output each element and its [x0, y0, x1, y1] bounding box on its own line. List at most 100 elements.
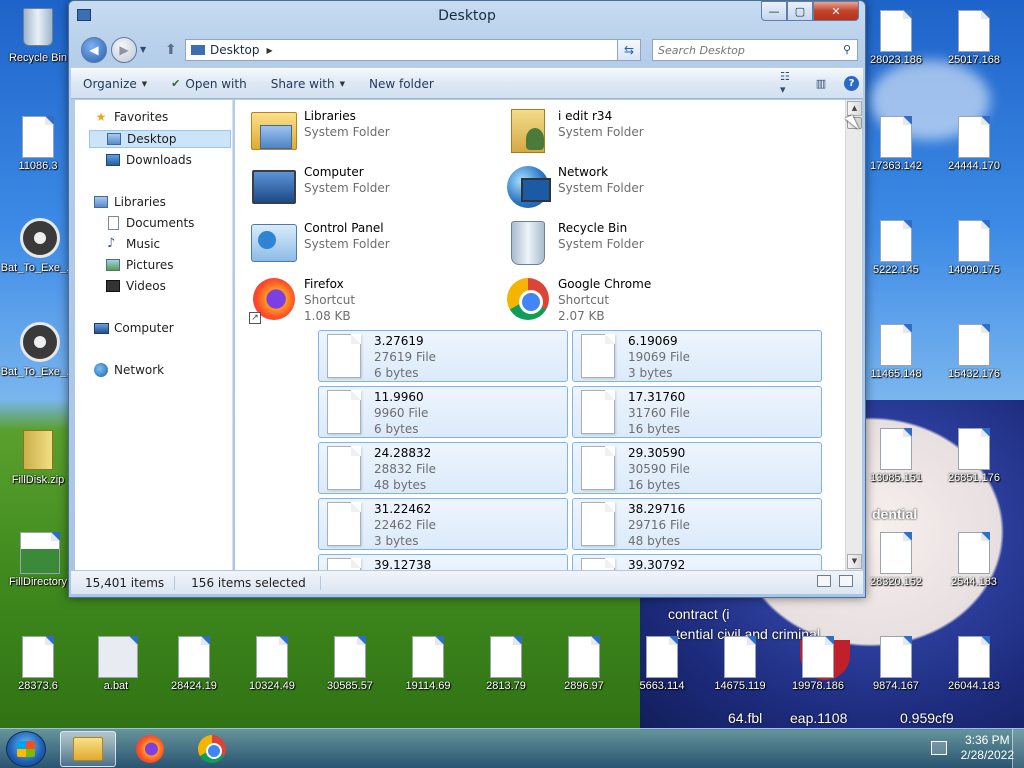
share-with-menu[interactable]: Share with ▼: [259, 77, 357, 91]
nav-music[interactable]: ♪ Music: [105, 237, 160, 252]
file-item[interactable]: 11.9960 9960 File 6 bytes: [318, 386, 568, 438]
clock-date: 2/28/2022: [960, 748, 1014, 762]
desktop-icon-file[interactable]: 26044.183: [936, 636, 1012, 692]
scroll-down-button[interactable]: ▼: [847, 554, 862, 569]
desktop-icon-bat-to-exe[interactable]: Bat_To_Exe_...: [0, 218, 76, 274]
breadcrumb-chevron-icon[interactable]: ▶: [267, 46, 273, 55]
refresh-icon: ⇆: [623, 43, 635, 57]
desktop-icon-file[interactable]: 28424.19: [156, 636, 232, 692]
status-bar: 15,401 items 156 items selected: [71, 570, 863, 594]
file-item[interactable]: 24.28832 28832 File 48 bytes: [318, 442, 568, 494]
desktop-icon-file[interactable]: 28373.6: [0, 636, 76, 692]
desktop-icon-file[interactable]: 11086.3: [0, 116, 76, 172]
desktop-icon-filldisk-zip[interactable]: FillDisk.zip: [0, 430, 76, 486]
help-icon[interactable]: ?: [844, 75, 859, 91]
file-item[interactable]: 39.30792: [572, 554, 822, 570]
file-item-control-panel[interactable]: Control Panel System Folder: [249, 218, 499, 270]
taskbar-chrome[interactable]: [184, 731, 240, 767]
show-desktop-button[interactable]: [1012, 729, 1024, 768]
recent-pages-dropdown[interactable]: ▼: [140, 45, 146, 54]
file-item-libraries[interactable]: Libraries System Folder: [249, 106, 499, 158]
file-item-chrome[interactable]: Google Chrome Shortcut 2.07 KB: [503, 274, 753, 326]
desktop-icon-file[interactable]: 5663.114: [624, 636, 700, 692]
minimize-button[interactable]: —: [761, 1, 787, 21]
clock[interactable]: 3:36 PM 2/28/2022: [961, 733, 1014, 763]
nav-documents[interactable]: Documents: [105, 216, 194, 230]
desktop-icon-file[interactable]: 19114.69: [390, 636, 466, 692]
address-segment-desktop[interactable]: Desktop: [210, 43, 260, 57]
desktop-icon-file[interactable]: 2544.183: [936, 532, 1012, 588]
desktop-icon-file[interactable]: 2896.97: [546, 636, 622, 692]
network-status-icon[interactable]: [930, 741, 947, 755]
file-item[interactable]: 38.29716 29716 File 48 bytes: [572, 498, 822, 550]
desktop-icon-file[interactable]: 14675.119: [702, 636, 778, 692]
file-item[interactable]: 17.31760 31760 File 16 bytes: [572, 386, 822, 438]
taskbar-firefox[interactable]: [122, 731, 178, 767]
desktop-icon-file[interactable]: 10324.49: [234, 636, 310, 692]
desktop-icon-file[interactable]: 14090.175: [936, 220, 1012, 276]
file-item-network[interactable]: Network System Folder: [503, 162, 753, 214]
vertical-scrollbar[interactable]: ▲ ▼: [845, 100, 862, 570]
file-item[interactable]: 6.19069 19069 File 3 bytes: [572, 330, 822, 382]
new-folder-button[interactable]: New folder: [357, 77, 446, 91]
desktop-icon-file[interactable]: 13085.151: [858, 428, 934, 484]
start-button[interactable]: [6, 731, 46, 767]
file-icon: [334, 636, 366, 678]
file-item-firefox[interactable]: ↗ Firefox Shortcut 1.08 KB: [249, 274, 499, 326]
search-input[interactable]: [653, 40, 823, 60]
details-view-icon[interactable]: [817, 575, 831, 587]
desktop-icon-file[interactable]: 15432.176: [936, 324, 1012, 380]
desktop-icon-file[interactable]: 24444.170: [936, 116, 1012, 172]
desktop-icon-bat-to-exe[interactable]: Bat_To_Exe_...: [0, 322, 76, 378]
libraries-icon: [251, 112, 297, 150]
file-item-recycle-bin[interactable]: Recycle Bin System Folder: [503, 218, 753, 270]
nav-desktop[interactable]: Desktop: [89, 130, 231, 148]
desktop-icon-file[interactable]: 19978.186: [780, 636, 856, 692]
preview-pane-icon[interactable]: ▥: [812, 75, 830, 91]
desktop-icon-file[interactable]: 5222.145: [858, 220, 934, 276]
nav-downloads[interactable]: Downloads: [105, 153, 192, 167]
file-item-user-folder[interactable]: i edit r34 System Folder: [503, 106, 753, 158]
nav-network[interactable]: Network: [93, 363, 164, 377]
search-box[interactable]: ⚲: [652, 39, 858, 61]
nav-computer[interactable]: Computer: [93, 321, 174, 335]
back-button[interactable]: ◀: [81, 37, 107, 63]
desktop-icon-file[interactable]: 2813.79: [468, 636, 544, 692]
nav-favorites[interactable]: ★ Favorites: [93, 110, 169, 124]
desktop-icon-file[interactable]: 25017.168: [936, 10, 1012, 66]
taskbar-explorer[interactable]: [60, 731, 116, 767]
desktop-icon-file[interactable]: 28320.152: [858, 532, 934, 588]
desktop-icon-file[interactable]: 11465.148: [858, 324, 934, 380]
open-with-button[interactable]: ✔ Open with: [159, 77, 259, 91]
up-arrow-icon[interactable]: ⬆: [165, 42, 177, 58]
change-view-icon[interactable]: ☷ ▾: [780, 70, 798, 96]
maximize-button[interactable]: ▢: [787, 1, 813, 21]
file-item[interactable]: 29.30590 30590 File 16 bytes: [572, 442, 822, 494]
close-button[interactable]: ✕: [813, 1, 859, 21]
address-bar[interactable]: Desktop ▶ ▼: [185, 39, 639, 61]
desktop-icon-recycle-bin[interactable]: Recycle Bin: [0, 8, 76, 64]
nav-libraries[interactable]: Libraries: [93, 195, 166, 209]
item-type: 22462 File: [374, 518, 437, 532]
file-icon: [568, 636, 600, 678]
organize-menu[interactable]: Organize ▼: [71, 77, 159, 91]
nav-pictures[interactable]: Pictures: [105, 258, 174, 272]
desktop-icon-file[interactable]: 28023.186: [858, 10, 934, 66]
file-item-computer[interactable]: Computer System Folder: [249, 162, 499, 214]
file-item[interactable]: 31.22462 22462 File 3 bytes: [318, 498, 568, 550]
desktop-icon-file[interactable]: 9874.167: [858, 636, 934, 692]
desktop-icon-filldirectory[interactable]: FillDirectory: [0, 532, 76, 588]
desktop-icon-file[interactable]: 17363.142: [858, 116, 934, 172]
title-bar[interactable]: Desktop — ▢ ✕: [69, 1, 865, 33]
desktop-icon-a-bat[interactable]: a.bat: [78, 636, 154, 692]
nav-videos[interactable]: Videos: [105, 279, 166, 293]
large-icons-view-icon[interactable]: [839, 575, 853, 587]
refresh-button[interactable]: ⇆: [617, 39, 641, 61]
file-item[interactable]: 39.12738: [318, 554, 568, 570]
scroll-up-button[interactable]: ▲: [847, 101, 862, 116]
desktop-icon-file[interactable]: 30585.57: [312, 636, 388, 692]
desktop-icon-file[interactable]: 26851.176: [936, 428, 1012, 484]
search-icon[interactable]: ⚲: [843, 43, 851, 56]
file-item[interactable]: 3.27619 27619 File 6 bytes: [318, 330, 568, 382]
forward-button[interactable]: ▶: [111, 37, 137, 63]
